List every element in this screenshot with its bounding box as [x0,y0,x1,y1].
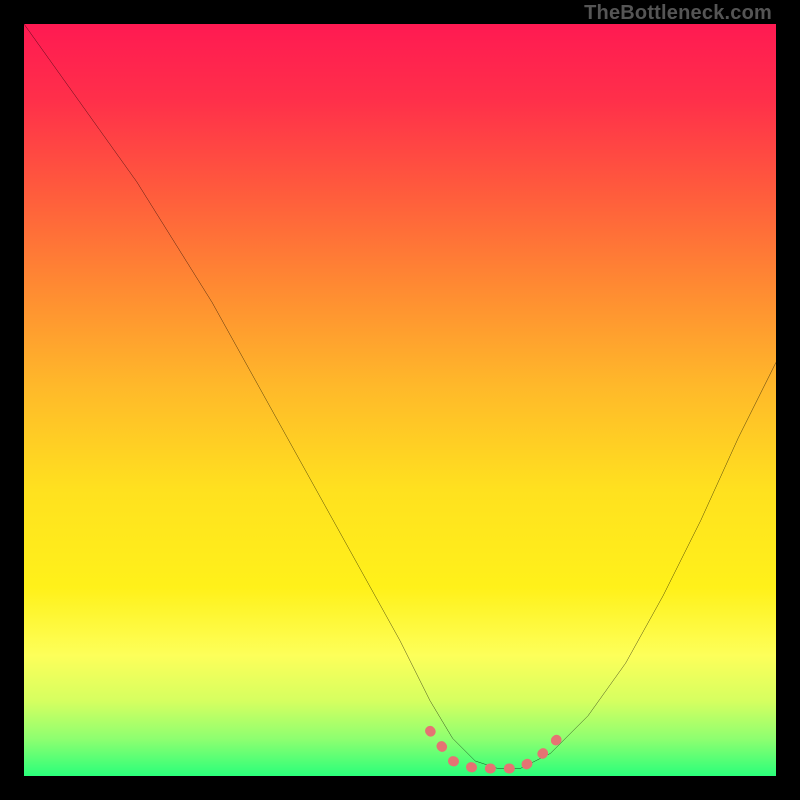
chart-stage: TheBottleneck.com [0,0,800,800]
plot-area [24,24,776,776]
sweet-spot-band [430,731,565,769]
curve-layer [24,24,776,776]
watermark-text: TheBottleneck.com [584,2,772,25]
bottleneck-curve [24,24,776,768]
